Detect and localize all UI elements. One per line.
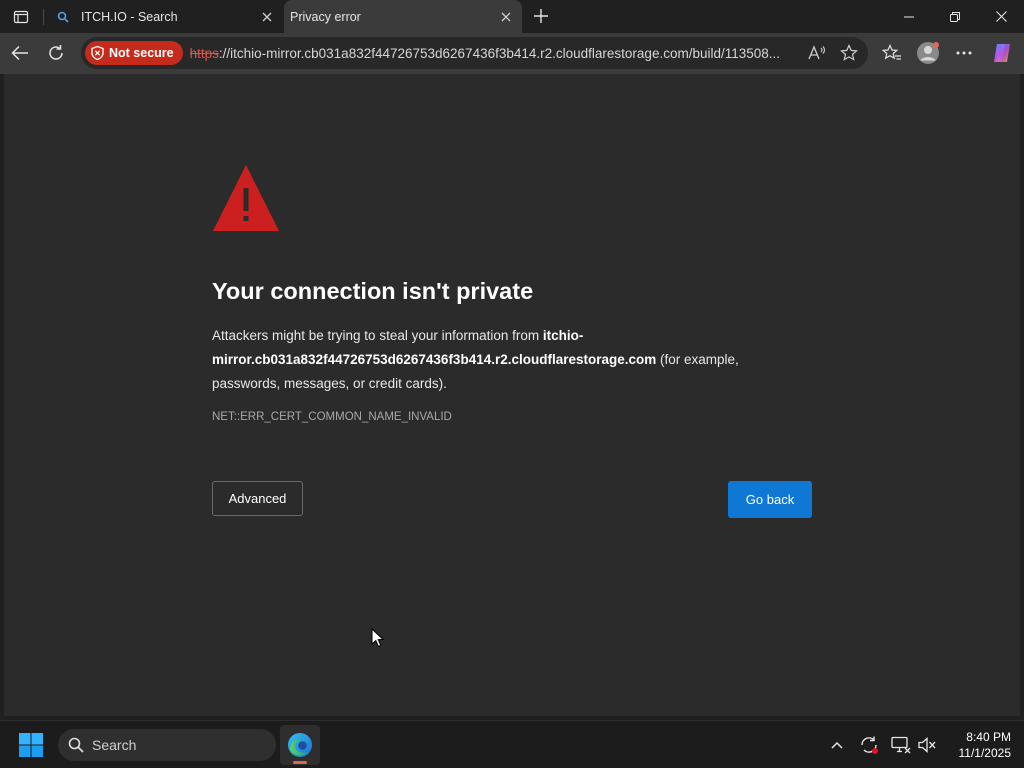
favorites-icon <box>882 44 901 60</box>
copilot-button[interactable] <box>987 38 1017 68</box>
mouse-cursor-icon <box>371 628 385 648</box>
edge-icon <box>288 733 312 757</box>
sync-icon <box>861 736 878 754</box>
clock-date: 11/1/2025 <box>958 746 1012 760</box>
search-icon <box>68 737 84 753</box>
running-indicator <box>293 761 307 764</box>
taskbar-clock[interactable]: 8:40 PM 11/1/2025 <box>945 729 1012 761</box>
warning-triangle-icon <box>213 165 279 231</box>
not-secure-badge[interactable]: Not secure <box>85 41 183 65</box>
tray-sync-button[interactable] <box>857 733 881 757</box>
show-hidden-icons-button[interactable] <box>825 733 849 757</box>
taskbar: Search 8:40 PM 11/1/2025 <box>0 720 1024 768</box>
tab-title: Privacy error <box>290 9 361 24</box>
advanced-button[interactable]: Advanced <box>212 481 303 516</box>
close-tab-icon[interactable] <box>494 5 518 29</box>
read-aloud-icon <box>808 45 826 60</box>
settings-more-button[interactable] <box>949 38 979 68</box>
error-code[interactable]: NET::ERR_CERT_COMMON_NAME_INVALID <box>212 411 452 423</box>
favorite-button[interactable] <box>837 41 861 65</box>
restore-icon <box>950 11 960 22</box>
url-scheme: https <box>189 45 219 61</box>
close-tab-icon[interactable] <box>255 5 279 29</box>
chevron-up-icon <box>831 741 843 749</box>
url-rest: ://itchio-mirror.cb031a832f44726753d6267… <box>218 45 781 61</box>
volume-muted-icon <box>918 737 936 753</box>
error-description: Attackers might be trying to steal your … <box>212 324 772 396</box>
address-bar[interactable]: Not secure https://itchio-mirror.cb031a8… <box>81 37 868 69</box>
go-back-button[interactable]: Go back <box>728 481 812 518</box>
tab-actions-icon <box>13 10 29 23</box>
new-tab-button[interactable] <box>528 4 554 28</box>
tab-title: ITCH.IO - Search <box>81 9 178 24</box>
shield-warning-icon <box>91 46 104 60</box>
windows-start-icon[interactable] <box>18 732 44 758</box>
volume-button[interactable] <box>915 733 939 757</box>
read-aloud-button[interactable] <box>805 41 829 65</box>
search-icon <box>55 9 71 25</box>
back-button[interactable] <box>5 38 35 68</box>
description-text: Attackers might be trying to steal your … <box>212 328 543 343</box>
browser-toolbar: Not secure https://itchio-mirror.cb031a8… <box>0 33 1024 74</box>
restore-button[interactable] <box>932 0 978 33</box>
not-secure-label: Not secure <box>109 46 174 60</box>
tab-actions-button[interactable] <box>6 4 36 29</box>
tab-itch-search[interactable]: ITCH.IO - Search <box>45 0 283 33</box>
tab-privacy-error[interactable]: Privacy error <box>284 0 522 33</box>
copilot-icon <box>994 44 1010 62</box>
profile-button[interactable] <box>913 38 943 68</box>
favorites-button[interactable] <box>877 38 907 68</box>
more-icon <box>956 51 972 55</box>
back-arrow-icon <box>11 45 28 61</box>
avatar <box>917 42 939 64</box>
taskbar-search[interactable]: Search <box>58 729 276 761</box>
network-icon <box>891 736 911 754</box>
error-page: Your connection isn't private Attackers … <box>4 74 1020 716</box>
page-title: Your connection isn't private <box>212 278 534 304</box>
taskbar-edge-app[interactable] <box>280 725 320 765</box>
search-label: Search <box>92 737 137 753</box>
plus-icon <box>534 9 548 23</box>
star-icon <box>840 44 858 61</box>
clock-time: 8:40 PM <box>966 730 1011 744</box>
refresh-icon <box>49 45 63 60</box>
minimize-icon <box>904 16 914 17</box>
network-button[interactable] <box>889 733 913 757</box>
close-window-button[interactable] <box>978 0 1024 33</box>
refresh-button[interactable] <box>41 38 71 68</box>
minimize-button[interactable] <box>886 0 932 33</box>
close-icon <box>995 11 1007 22</box>
tab-strip: ITCH.IO - Search Privacy error <box>0 0 1024 33</box>
tab-separator <box>43 9 44 25</box>
url-text[interactable]: https://itchio-mirror.cb031a832f44726753… <box>190 46 808 61</box>
